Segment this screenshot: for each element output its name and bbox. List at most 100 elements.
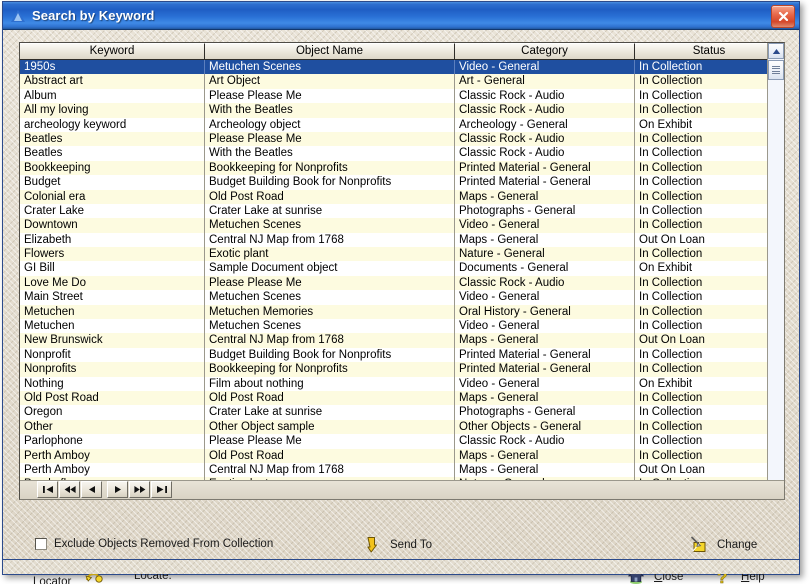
table-row[interactable]: Abstract art Art Object Art - General In Co… [20,74,784,89]
cell-object-name: Metuchen Scenes [205,319,455,334]
cell-object-name: Bookkeeping for Nonprofits [205,362,455,377]
cell-category: Printed Material - General [455,175,635,190]
cell-keyword: Metuchen [20,319,205,334]
grid-row-container: 1950s Metuchen Scenes Video - General In Co… [20,60,784,483]
cell-object-name: Central NJ Map from 1768 [205,333,455,348]
cell-category: Nature - General [455,247,635,262]
cell-object-name: Please Please Me [205,434,455,449]
table-row[interactable]: New Brunswick Central NJ Map from 1768 Map… [20,333,784,348]
table-row[interactable]: All my loving With the Beatles Classic Roc… [20,103,784,118]
cell-object-name: Exotic plant [205,247,455,262]
table-row[interactable]: Album Please Please Me Classic Rock - Audi… [20,88,784,104]
scrollbar-thumb[interactable] [768,60,784,80]
column-header-category[interactable]: Category [455,43,635,60]
cell-keyword: Love Me Do [20,275,205,291]
cell-status: In Collection [639,219,703,232]
cell-object-name: Metuchen Scenes [205,290,455,305]
table-row[interactable]: Elizabeth Central NJ Map from 1768 Maps - … [20,232,784,248]
cell-category: Video - General [455,60,635,75]
cell-object-name: Metuchen Scenes [205,218,455,233]
table-row[interactable]: 1950s Metuchen Scenes Video - General In Co… [20,60,784,75]
table-row[interactable]: Other Other Object sample Other Objects - … [20,419,784,435]
cell-keyword: Flowers [20,247,205,262]
cell-keyword: archeology keyword [20,117,205,132]
table-row[interactable]: Perth Amboy Old Post Road Maps - General In… [20,448,784,463]
table-row[interactable]: Beatles Please Please Me Classic Rock - Au… [20,131,784,147]
previous-record-button[interactable] [81,481,102,498]
cell-status: In Collection [639,248,703,261]
cell-keyword: Bookkeeping [20,160,205,176]
cell-status: Out On Loan [639,463,705,476]
cell-object-name: Crater Lake at sunrise [205,405,455,420]
cell-status: In Collection [639,406,703,419]
next-record-button[interactable] [107,481,128,498]
cell-keyword: Beatles [20,146,205,161]
cell-category: Video - General [455,290,635,305]
scrollbar-thumb-grip [772,64,780,76]
cell-keyword: GI Bill [20,261,205,276]
table-row[interactable]: Crater Lake Crater Lake at sunrise Photogr… [20,203,784,219]
cell-status: On Exhibit [639,262,693,275]
change-button[interactable]: Change [690,536,757,554]
title-bar[interactable]: Search by Keyword [3,2,799,30]
exclude-removed-checkbox-row[interactable]: Exclude Objects Removed From Collection [35,538,273,550]
table-row[interactable]: Bookkeeping Bookkeeping for Nonprofits Pri… [20,160,784,176]
cell-object-name: Film about nothing [205,376,455,391]
table-row[interactable]: Budget Budget Building Book for Nonprofit… [20,175,784,190]
cell-status: In Collection [639,348,703,361]
column-header-status[interactable]: Status [635,43,784,60]
cell-keyword: Nonprofit [20,347,205,363]
cell-category: Classic Rock - Audio [455,103,635,118]
status-bar [3,559,799,574]
cell-keyword: Main Street [20,290,205,305]
table-row[interactable]: Metuchen Metuchen Scenes Video - General In… [20,319,784,334]
table-row[interactable]: Old Post Road Old Post Road Maps - General… [20,390,784,406]
scroll-up-button[interactable] [768,43,784,59]
cell-status: In Collection [639,435,703,448]
table-row[interactable]: GI Bill Sample Document object Documents -… [20,261,784,276]
previous-page-icon [64,486,76,493]
next-page-button[interactable] [129,481,150,498]
cell-keyword: Perth Amboy [20,462,205,478]
column-header-keyword[interactable]: Keyword [20,43,205,60]
table-row[interactable]: Flowers Exotic plant Nature - General In Co… [20,247,784,262]
table-row[interactable]: Main Street Metuchen Scenes Video - Genera… [20,290,784,305]
previous-page-button[interactable] [59,481,80,498]
cell-status: In Collection [639,363,703,376]
cell-status: In Collection [639,104,703,117]
table-row[interactable]: Colonial era Old Post Road Maps - General I… [20,189,784,204]
vertical-scrollbar[interactable] [767,43,784,499]
cell-object-name: Please Please Me [205,131,455,147]
cell-object-name: Archeology object [205,117,455,132]
table-row[interactable]: Oregon Crater Lake at sunrise Photographs … [20,405,784,420]
table-row[interactable]: Downtown Metuchen Scenes Video - General In… [20,218,784,233]
close-window-button[interactable] [771,5,795,28]
exclude-removed-checkbox[interactable] [35,538,47,550]
send-to-button[interactable]: Send To [363,536,432,554]
cell-category: Video - General [455,319,635,334]
table-row[interactable]: Love Me Do Please Please Me Classic Rock -… [20,275,784,291]
next-page-icon [133,486,145,493]
table-row[interactable]: Perth Amboy Central NJ Map from 1768 Maps … [20,462,784,478]
cell-category: Classic Rock - Audio [455,146,635,161]
last-record-button[interactable] [151,481,172,498]
column-header-object-name[interactable]: Object Name [205,43,455,60]
cell-keyword: Nothing [20,376,205,391]
send-to-arrow-icon [363,536,383,554]
table-row[interactable]: Metuchen Metuchen Memories Oral History - … [20,304,784,320]
table-row[interactable]: Beatles With the Beatles Classic Rock - Au… [20,146,784,161]
cell-object-name: Budget Building Book for Nonprofits [205,347,455,363]
table-row[interactable]: Nonprofit Budget Building Book for Nonpro… [20,347,784,363]
cell-status: On Exhibit [639,377,693,390]
cell-status: In Collection [639,89,703,102]
first-record-button[interactable] [37,481,58,498]
cell-keyword: Elizabeth [20,232,205,248]
next-record-icon [114,486,121,493]
table-row[interactable]: Nonprofits Bookkeeping for Nonprofits Prin… [20,362,784,377]
table-row[interactable]: archeology keyword Archeology object Arche… [20,117,784,132]
table-row[interactable]: Nothing Film about nothing Video - General… [20,376,784,391]
cell-category: Photographs - General [455,405,635,420]
cell-keyword: Oregon [20,405,205,420]
table-row[interactable]: Parlophone Please Please Me Classic Rock -… [20,434,784,449]
cell-object-name: Art Object [205,74,455,89]
